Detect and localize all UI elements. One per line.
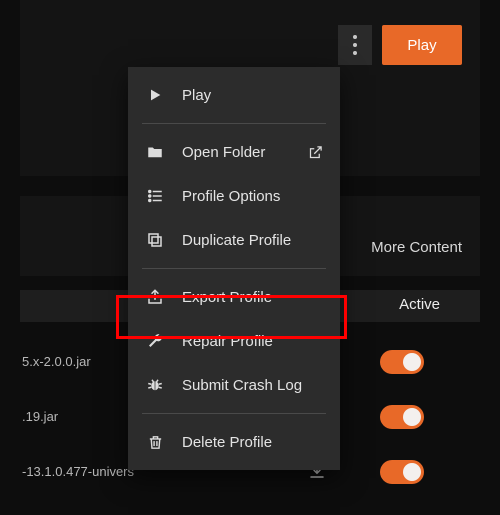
active-toggle[interactable] <box>380 460 424 484</box>
wrench-icon <box>144 330 166 352</box>
kebab-icon <box>353 33 357 57</box>
menu-label: Export Profile <box>182 289 324 306</box>
menu-profile-options[interactable]: Profile Options <box>128 174 340 218</box>
menu-play[interactable]: Play <box>128 73 340 117</box>
menu-delete-profile[interactable]: Delete Profile <box>128 420 340 464</box>
menu-label: Play <box>182 87 324 104</box>
mod-file-name: .19.jar <box>22 409 58 424</box>
folder-icon <box>144 141 166 163</box>
menu-label: Delete Profile <box>182 434 324 451</box>
menu-label: Open Folder <box>182 144 306 161</box>
list-icon <box>144 185 166 207</box>
menu-label: Submit Crash Log <box>182 377 324 394</box>
menu-repair-profile[interactable]: Repair Profile <box>128 319 340 363</box>
menu-divider <box>142 268 326 269</box>
menu-export-profile[interactable]: Export Profile <box>128 275 340 319</box>
mod-file-name: -13.1.0.477-univers <box>22 464 134 479</box>
menu-label: Repair Profile <box>182 333 324 350</box>
more-options-button[interactable] <box>338 25 372 65</box>
menu-divider <box>142 413 326 414</box>
menu-open-folder[interactable]: Open Folder <box>128 130 340 174</box>
play-icon <box>144 84 166 106</box>
mod-file-name: 5.x-2.0.0.jar <box>22 354 91 369</box>
tab-more-content[interactable]: More Content <box>371 239 462 256</box>
external-link-icon <box>306 143 324 161</box>
menu-label: Duplicate Profile <box>182 232 324 249</box>
tab-more-content-label: More Content <box>371 239 462 256</box>
column-active-header: Active <box>399 296 440 313</box>
menu-duplicate-profile[interactable]: Duplicate Profile <box>128 218 340 262</box>
profile-context-menu: Play Open Folder Profile Opti <box>128 67 340 470</box>
copy-icon <box>144 229 166 251</box>
menu-label: Profile Options <box>182 188 324 205</box>
play-button[interactable]: Play <box>382 25 462 65</box>
bug-icon <box>144 374 166 396</box>
active-toggle[interactable] <box>380 350 424 374</box>
play-button-label: Play <box>407 37 436 54</box>
trash-icon <box>144 431 166 453</box>
menu-submit-crash-log[interactable]: Submit Crash Log <box>128 363 340 407</box>
menu-divider <box>142 123 326 124</box>
export-icon <box>144 286 166 308</box>
active-toggle[interactable] <box>380 405 424 429</box>
